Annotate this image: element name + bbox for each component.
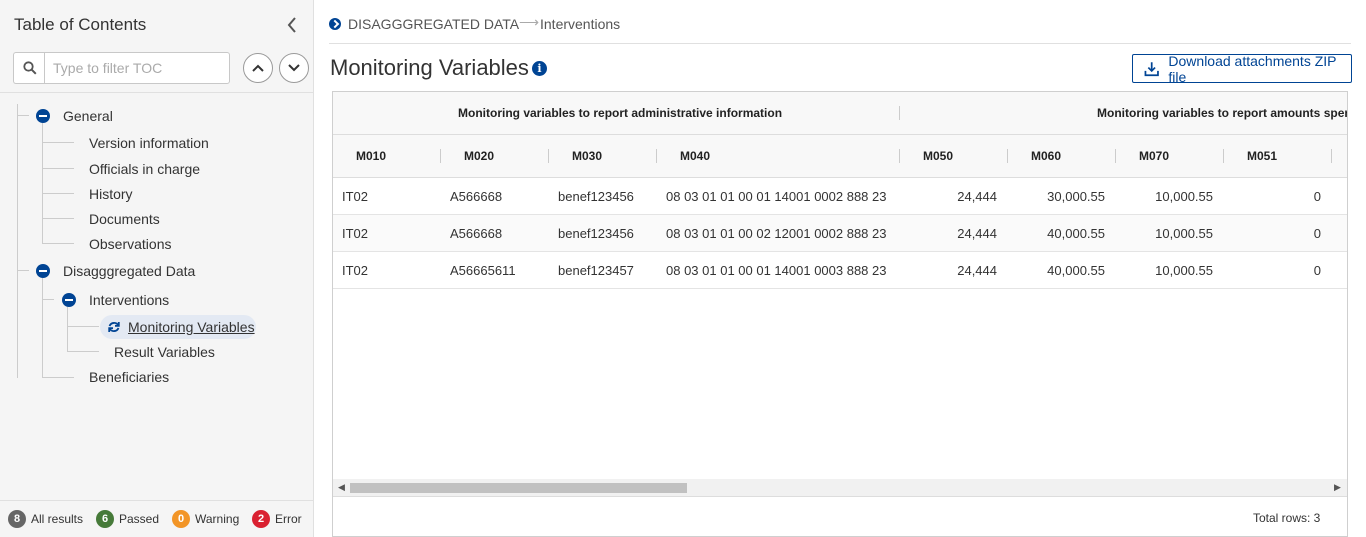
- cell-m040: 08 03 01 01 00 02 12001 0002 888 23: [666, 226, 887, 241]
- filter-warning[interactable]: Warning: [195, 512, 239, 526]
- chevron-up-icon: [252, 64, 264, 72]
- filter-error[interactable]: Error: [275, 512, 302, 526]
- cell-m040: 08 03 01 01 00 01 14001 0002 888 23: [666, 189, 887, 204]
- cell-m010: IT02: [342, 189, 369, 204]
- cell-m010: IT02: [342, 226, 369, 241]
- previous-result-button[interactable]: [243, 53, 273, 83]
- scroll-thumb[interactable]: [350, 483, 687, 493]
- toc-item-officials-in-charge[interactable]: Officials in charge: [89, 161, 200, 177]
- toc-item-general[interactable]: General: [63, 108, 113, 124]
- info-icon[interactable]: i: [532, 61, 547, 76]
- passed-badge: 6: [96, 510, 114, 528]
- cell-m030: benef123456: [558, 226, 634, 241]
- column-header-m060[interactable]: M060: [1031, 149, 1061, 163]
- divider: [333, 496, 1347, 497]
- toc-item-version-information[interactable]: Version information: [89, 135, 209, 151]
- divider: [899, 106, 900, 120]
- toc-title: Table of Contents: [14, 15, 147, 34]
- breadcrumb-current: Interventions: [540, 16, 621, 32]
- download-zip-button[interactable]: Download attachments ZIP file: [1132, 52, 1352, 85]
- cell-m030: benef123456: [558, 189, 634, 204]
- cell-m060: 40,000.55: [1047, 226, 1105, 241]
- cell-m051: 0: [1313, 226, 1321, 241]
- all-results-badge: 8: [8, 510, 26, 528]
- toc-item-disaggregated-data[interactable]: Disagggregated Data: [63, 263, 195, 279]
- page-title: Monitoring Variables: [330, 55, 529, 80]
- toc-item-documents[interactable]: Documents: [89, 211, 160, 227]
- filter-passed[interactable]: Passed: [119, 512, 159, 526]
- monitoring-variables-grid: Monitoring variables to report administr…: [332, 91, 1348, 537]
- cell-m051: 0: [1313, 189, 1321, 204]
- filter-all-results[interactable]: All results: [31, 512, 83, 526]
- download-icon: [1144, 61, 1159, 76]
- toc-item-interventions[interactable]: Interventions: [89, 292, 169, 308]
- collapse-disaggregated-icon[interactable]: [36, 264, 50, 278]
- cell-m030: benef123457: [558, 263, 634, 278]
- column-group-header: Monitoring variables to report amounts s…: [1097, 106, 1348, 120]
- toc-filter-input[interactable]: [44, 52, 230, 84]
- table-row[interactable]: IT02 A566668 benef123456 08 03 01 01 00 …: [333, 215, 1347, 252]
- column-header-m020[interactable]: M020: [464, 149, 494, 163]
- scroll-left-icon[interactable]: ◀: [338, 482, 345, 493]
- cell-m070: 10,000.55: [1155, 263, 1213, 278]
- divider: [0, 92, 314, 93]
- cell-m020: A566668: [450, 226, 503, 241]
- divider: [0, 500, 314, 501]
- collapse-sidebar-button[interactable]: [282, 14, 302, 36]
- column-header-m070[interactable]: M070: [1139, 149, 1169, 163]
- cell-m070: 10,000.55: [1155, 226, 1213, 241]
- table-row[interactable]: IT02 A56665611 benef123457 08 03 01 01 0…: [333, 252, 1347, 289]
- cell-m020: A566668: [450, 189, 503, 204]
- column-group-header: Monitoring variables to report administr…: [458, 106, 783, 120]
- column-header-row: M010 M020 M030 M040 M050 M060 M070 M051: [333, 135, 1347, 178]
- column-header-m051[interactable]: M051: [1247, 149, 1277, 163]
- chevron-right-circle-icon: [329, 18, 341, 30]
- column-header-m010[interactable]: M010: [356, 149, 386, 163]
- chevron-left-icon: [287, 17, 296, 33]
- total-rows-text: Total rows: 3: [1253, 511, 1321, 525]
- toc-item-history[interactable]: History: [89, 186, 133, 202]
- scroll-right-icon[interactable]: ▶: [1334, 482, 1341, 493]
- error-badge: 2: [252, 510, 270, 528]
- cell-m070: 10,000.55: [1155, 189, 1213, 204]
- next-result-button[interactable]: [279, 53, 309, 83]
- cell-m050: 24,444: [957, 226, 997, 241]
- warning-badge: 0: [172, 510, 190, 528]
- cell-m050: 24,444: [957, 263, 997, 278]
- collapse-interventions-icon[interactable]: [62, 293, 76, 307]
- divider: [329, 43, 1351, 44]
- refresh-icon: [108, 322, 120, 332]
- toc-sidebar: Table of Contents General Version inform…: [0, 0, 314, 537]
- arrow-right-icon: ⟶: [519, 14, 540, 30]
- toc-item-result-variables[interactable]: Result Variables: [114, 344, 215, 360]
- cell-m020: A56665611: [450, 263, 516, 278]
- chevron-down-icon: [288, 64, 300, 72]
- cell-m060: 40,000.55: [1047, 263, 1105, 278]
- download-zip-label: Download attachments ZIP file: [1168, 52, 1337, 85]
- toc-item-monitoring-variables[interactable]: Monitoring Variables: [100, 315, 256, 339]
- column-header-m030[interactable]: M030: [572, 149, 602, 163]
- cell-m051: 0: [1313, 263, 1321, 278]
- toc-item-beneficiaries[interactable]: Beneficiaries: [89, 369, 169, 385]
- cell-m010: IT02: [342, 263, 369, 278]
- cell-m060: 30,000.55: [1047, 189, 1105, 204]
- horizontal-scrollbar[interactable]: ◀ ▶: [333, 479, 1347, 496]
- column-header-m050[interactable]: M050: [923, 149, 953, 163]
- column-group-row: Monitoring variables to report administr…: [333, 92, 1347, 135]
- breadcrumb-root[interactable]: DISAGGGREGATED DATA: [348, 16, 519, 32]
- toc-item-label: Monitoring Variables: [128, 319, 255, 335]
- column-header-m040[interactable]: M040: [680, 149, 710, 163]
- cell-m040: 08 03 01 01 00 01 14001 0003 888 23: [666, 263, 887, 278]
- toc-item-observations[interactable]: Observations: [89, 236, 171, 252]
- cell-m050: 24,444: [957, 189, 997, 204]
- table-row[interactable]: IT02 A566668 benef123456 08 03 01 01 00 …: [333, 178, 1347, 215]
- search-icon: [13, 52, 45, 84]
- collapse-general-icon[interactable]: [36, 109, 50, 123]
